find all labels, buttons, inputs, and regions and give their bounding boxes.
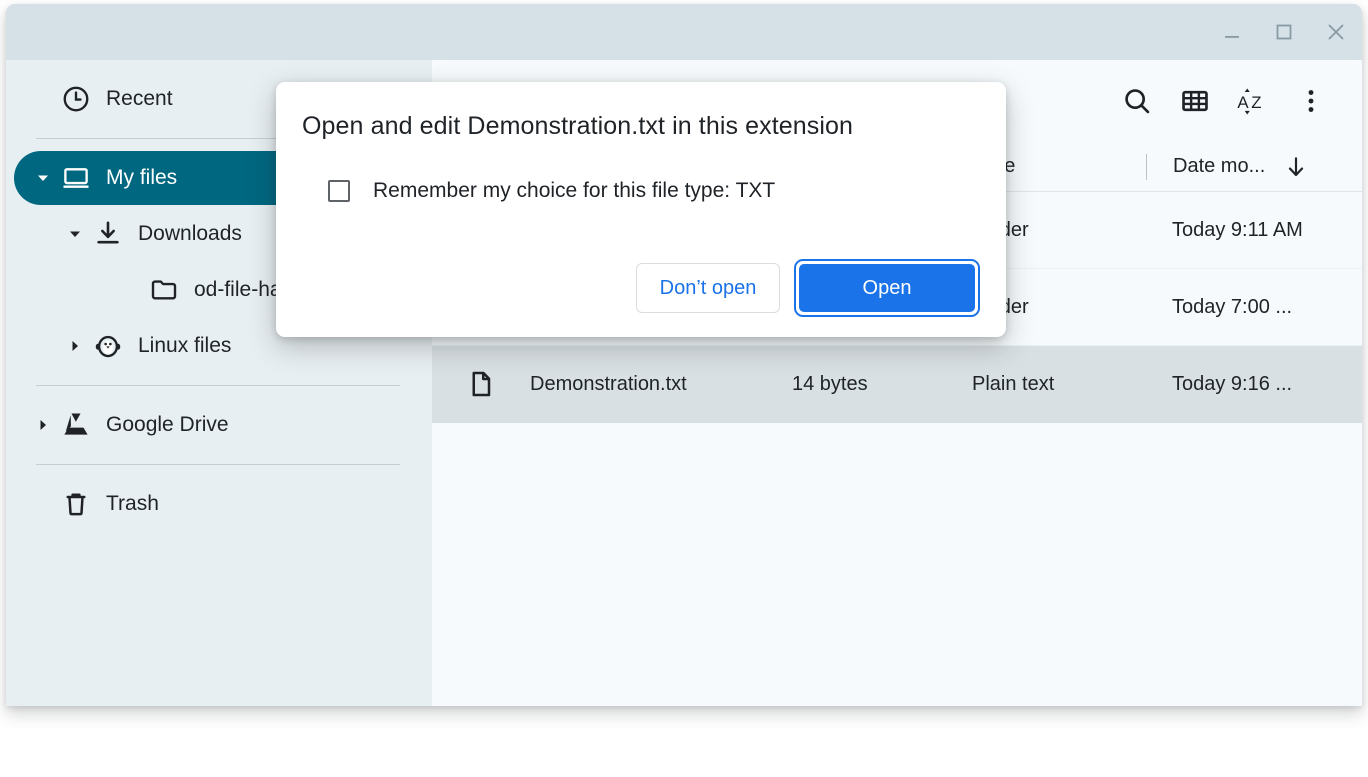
screen: Recent My files [0,0,1368,777]
remember-choice-row[interactable]: Remember my choice for this file type: T… [302,179,980,203]
dialog-actions: Don’t open Open [636,259,980,317]
remember-choice-checkbox[interactable] [328,180,350,202]
open-file-dialog: Open and edit Demonstration.txt in this … [276,82,1006,337]
remember-choice-label: Remember my choice for this file type: T… [373,179,775,203]
dialog-title: Open and edit Demonstration.txt in this … [302,82,980,141]
open-button[interactable]: Open [799,264,975,312]
open-button-focus-ring: Open [794,259,980,317]
files-app-window: Recent My files [6,4,1362,706]
dont-open-button[interactable]: Don’t open [636,263,780,313]
